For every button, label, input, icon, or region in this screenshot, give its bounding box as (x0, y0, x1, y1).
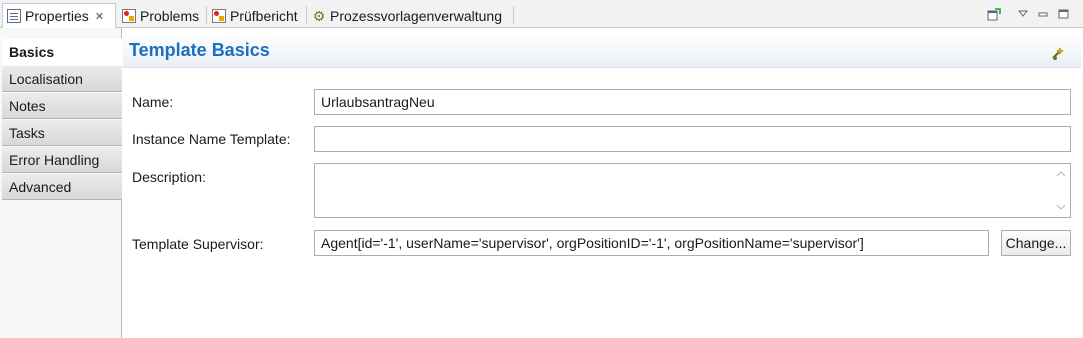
tab-problems-label: Problems (140, 7, 200, 24)
section-header: Template Basics (123, 34, 1081, 68)
scroll-up-icon[interactable] (1052, 166, 1070, 182)
nav-item-basics[interactable]: Basics (2, 38, 123, 65)
tab-separator (513, 6, 514, 24)
description-label: Description: (132, 169, 206, 185)
view-menu-icon[interactable] (1015, 6, 1031, 22)
nav-item-advanced[interactable]: Advanced (2, 173, 122, 200)
nav-item-localisation[interactable]: Localisation (2, 65, 122, 92)
tab-separator (206, 6, 207, 24)
change-button[interactable]: Change... (1001, 230, 1071, 256)
pin-view-icon[interactable] (986, 6, 1002, 22)
template-supervisor-label: Template Supervisor: (132, 236, 264, 252)
instance-name-template-label: Instance Name Template: (132, 131, 291, 147)
description-scrollbar[interactable] (1052, 164, 1070, 217)
problems-icon (122, 8, 136, 23)
properties-icon (7, 9, 21, 23)
tab-problems[interactable]: Problems (118, 3, 203, 28)
tab-properties-label: Properties (25, 8, 89, 24)
wand-icon[interactable] (1051, 46, 1065, 60)
name-label: Name: (132, 94, 174, 110)
tab-pruefbericht[interactable]: Prüfbericht (208, 3, 302, 28)
scroll-down-icon[interactable] (1052, 199, 1070, 215)
tab-pruefbericht-label: Prüfbericht (230, 7, 298, 24)
nav-item-error-handling[interactable]: Error Handling (2, 146, 122, 173)
description-field[interactable] (314, 163, 1071, 218)
tab-properties[interactable]: Properties ✕ (2, 3, 116, 29)
tab-prozessvorlagenverwaltung[interactable]: ⚙ Prozessvorlagenverwaltung (308, 3, 506, 28)
template-supervisor-field[interactable] (314, 230, 989, 256)
name-field[interactable] (314, 89, 1071, 115)
minimize-icon[interactable] (1035, 6, 1051, 22)
view-tab-bar: Properties ✕ Problems Prüfbericht ⚙ Proz… (0, 0, 1083, 29)
tab-prozessvorlagenverwaltung-label: Prozessvorlagenverwaltung (330, 7, 502, 24)
page-title: Template Basics (129, 40, 270, 60)
tab-separator (306, 6, 307, 24)
nav-item-notes[interactable]: Notes (2, 92, 122, 119)
instance-name-template-field[interactable] (314, 126, 1071, 152)
gear-icon: ⚙ (312, 7, 326, 24)
maximize-icon[interactable] (1055, 6, 1071, 22)
nav-item-tasks[interactable]: Tasks (2, 119, 122, 146)
close-icon[interactable]: ✕ (95, 10, 104, 23)
report-icon (212, 8, 226, 23)
properties-content: Template Basics Name: Instance Name Temp… (123, 28, 1083, 338)
section-nav: Basics Localisation Notes Tasks Error Ha… (0, 28, 123, 338)
